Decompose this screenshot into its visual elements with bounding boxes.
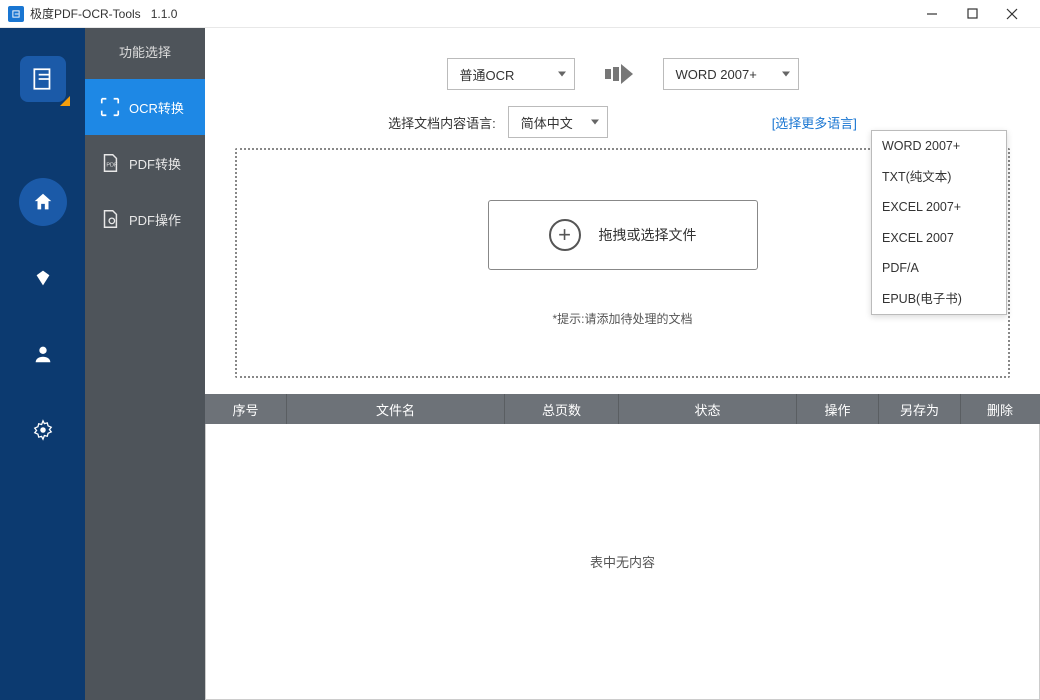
lang-label: 选择文档内容语言:: [388, 113, 496, 132]
rail-home[interactable]: [19, 178, 67, 226]
th-pages: 总页数: [505, 394, 619, 424]
arrow-separator-icon: [587, 64, 651, 84]
close-button[interactable]: [992, 0, 1032, 28]
output-format-select[interactable]: WORD 2007+: [663, 58, 799, 90]
ocr-mode-select[interactable]: 普通OCR: [447, 58, 575, 90]
table-empty-text: 表中无内容: [590, 552, 655, 571]
choose-file-label: 拖拽或选择文件: [599, 225, 697, 245]
titlebar: 极度PDF-OCR-Tools 1.1.0: [0, 0, 1040, 28]
maximize-button[interactable]: [952, 0, 992, 28]
sidebar-item-label: OCR转换: [129, 98, 184, 117]
svg-text:PDF: PDF: [106, 163, 118, 169]
chevron-down-icon: [558, 72, 566, 77]
app-icon: [8, 6, 24, 22]
table-body: 表中无内容: [205, 424, 1040, 700]
pdf-operate-icon: [99, 208, 121, 230]
sidebar: 功能选择 OCR转换 PDF PDF转换 PDF操作: [85, 28, 205, 700]
th-del: 删除: [961, 394, 1039, 424]
sidebar-item-label: PDF操作: [129, 210, 181, 229]
sidebar-item-ocr[interactable]: OCR转换: [85, 79, 205, 135]
format-option[interactable]: TXT(纯文本): [872, 162, 1006, 193]
sidebar-item-label: PDF转换: [129, 154, 181, 173]
sidebar-title: 功能选择: [85, 28, 205, 79]
sidebar-item-pdf-convert[interactable]: PDF PDF转换: [85, 135, 205, 191]
plus-icon: +: [549, 219, 581, 251]
th-seq: 序号: [205, 394, 287, 424]
chevron-down-icon: [782, 72, 790, 77]
chevron-down-icon: [591, 120, 599, 125]
format-option[interactable]: PDF/A: [872, 253, 1006, 284]
sidebar-item-pdf-operate[interactable]: PDF操作: [85, 191, 205, 247]
ocr-icon: [99, 96, 121, 118]
ocr-mode-value: 普通OCR: [460, 65, 515, 84]
output-format-dropdown: WORD 2007+ TXT(纯文本) EXCEL 2007+ EXCEL 20…: [871, 130, 1007, 315]
content-area: 普通OCR WORD 2007+ 选择文档内容语言: 简体中文 [选: [205, 28, 1040, 700]
rail-user[interactable]: [19, 330, 67, 378]
left-rail: [0, 28, 85, 700]
rail-premium[interactable]: [19, 254, 67, 302]
output-format-value: WORD 2007+: [676, 67, 757, 82]
language-select[interactable]: 简体中文: [508, 106, 608, 138]
table-header: 序号 文件名 总页数 状态 操作 另存为 删除: [205, 394, 1040, 424]
dropzone-hint: *提示:请添加待处理的文档: [552, 310, 692, 327]
more-languages-link[interactable]: [选择更多语言]: [772, 113, 857, 132]
minimize-button[interactable]: [912, 0, 952, 28]
th-op: 操作: [797, 394, 879, 424]
format-option[interactable]: EXCEL 2007+: [872, 192, 1006, 223]
language-value: 简体中文: [521, 113, 573, 132]
th-saveas: 另存为: [879, 394, 961, 424]
th-status: 状态: [619, 394, 797, 424]
format-option[interactable]: WORD 2007+: [872, 131, 1006, 162]
app-logo: [20, 56, 66, 102]
choose-file-button[interactable]: + 拖拽或选择文件: [488, 200, 758, 270]
format-option[interactable]: EPUB(电子书): [872, 284, 1006, 315]
th-name: 文件名: [287, 394, 505, 424]
pdf-convert-icon: PDF: [99, 152, 121, 174]
rail-settings[interactable]: [19, 406, 67, 454]
app-title: 极度PDF-OCR-Tools: [30, 5, 141, 22]
format-option[interactable]: EXCEL 2007: [872, 223, 1006, 254]
app-version: 1.1.0: [151, 7, 178, 21]
